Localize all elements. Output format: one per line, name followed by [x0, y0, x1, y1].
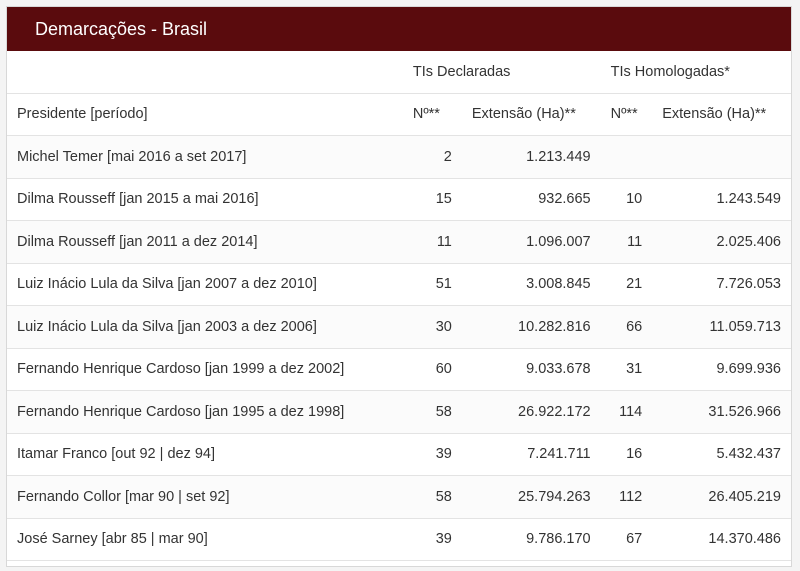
cell-homologated-count [600, 135, 653, 179]
cell-homologated-count: 112 [600, 475, 653, 519]
cell-declared-extent: 1.213.449 [461, 135, 601, 179]
cell-homologated-extent: 14.370.486 [652, 518, 791, 561]
cell-homologated-extent: 26.405.219 [652, 475, 791, 519]
cell-president: Fernando Collor [mar 90 | set 92] [7, 475, 403, 519]
cell-homologated-extent: 31.526.966 [652, 390, 791, 434]
table-row: Luiz Inácio Lula da Silva [jan 2003 a de… [7, 305, 791, 349]
cell-president: Itamar Franco [out 92 | dez 94] [7, 433, 403, 476]
cell-president: Dilma Rousseff [jan 2015 a mai 2016] [7, 178, 403, 221]
cell-homologated-count: 114 [600, 390, 653, 434]
cell-homologated-extent: 9.699.936 [652, 348, 791, 391]
demarcation-table: TIs Declaradas TIs Homologadas* Presiden… [7, 51, 791, 561]
col-president: Presidente [período] [7, 93, 403, 136]
cell-declared-count: 58 [402, 475, 462, 519]
cell-president: José Sarney [abr 85 | mar 90] [7, 518, 403, 561]
cell-declared-count: 39 [402, 518, 462, 561]
cell-homologated-count: 31 [600, 348, 653, 391]
cell-homologated-count: 66 [600, 305, 653, 349]
col-declared-extent: Extensão (Ha)** [461, 93, 601, 136]
table-row: Fernando Collor [mar 90 | set 92] 58 25.79… [7, 475, 791, 519]
cell-homologated-extent: 5.432.437 [652, 433, 791, 476]
cell-homologated-count: 21 [600, 263, 653, 306]
table-body: Michel Temer [mai 2016 a set 2017] 2 1.213… [7, 135, 791, 561]
cell-declared-count: 39 [402, 433, 462, 476]
cell-declared-extent: 10.282.816 [461, 305, 601, 349]
table-row: Michel Temer [mai 2016 a set 2017] 2 1.213… [7, 135, 791, 179]
table-row: Fernando Henrique Cardoso [jan 1995 a de… [7, 390, 791, 434]
cell-homologated-count: 16 [600, 433, 653, 476]
cell-homologated-count: 67 [600, 518, 653, 561]
col-homologated-count: Nº** [600, 93, 653, 136]
panel-header: Demarcações - Brasil [7, 7, 791, 51]
col-homologated-extent: Extensão (Ha)** [652, 93, 791, 136]
cell-homologated-extent: 7.726.053 [652, 263, 791, 306]
cell-president: Dilma Rousseff [jan 2011 a dez 2014] [7, 220, 403, 264]
cell-declared-extent: 932.665 [461, 178, 601, 221]
cell-declared-count: 2 [402, 135, 462, 179]
table-panel: Demarcações - Brasil TIs Declaradas TIs … [6, 6, 792, 567]
col-declared-count: Nº** [402, 93, 462, 136]
table-row: Dilma Rousseff [jan 2011 a dez 2014] 11 1.… [7, 220, 791, 264]
cell-declared-extent: 9.033.678 [461, 348, 601, 391]
cell-declared-count: 58 [402, 390, 462, 434]
panel-title: Demarcações - Brasil [35, 18, 208, 39]
cell-declared-extent: 1.096.007 [461, 220, 601, 264]
cell-declared-extent: 7.241.711 [461, 433, 601, 476]
cell-homologated-extent: 1.243.549 [652, 178, 791, 221]
cell-declared-count: 51 [402, 263, 462, 306]
cell-homologated-extent [652, 135, 791, 179]
table-row: José Sarney [abr 85 | mar 90] 39 9.786.170… [7, 518, 791, 561]
table-row: Fernando Henrique Cardoso [jan 1999 a de… [7, 348, 791, 391]
group-homologated: TIs Homologadas* [600, 51, 791, 94]
cell-declared-extent: 25.794.263 [461, 475, 601, 519]
group-header-row: TIs Declaradas TIs Homologadas* [7, 51, 791, 94]
cell-declared-extent: 9.786.170 [461, 518, 601, 561]
cell-president: Fernando Henrique Cardoso [jan 1995 a de… [7, 390, 403, 434]
cell-declared-count: 60 [402, 348, 462, 391]
table-row: Luiz Inácio Lula da Silva [jan 2007 a de… [7, 263, 791, 306]
table-row: Dilma Rousseff [jan 2015 a mai 2016] 15 93… [7, 178, 791, 221]
group-empty-cell [7, 51, 403, 94]
cell-president: Luiz Inácio Lula da Silva [jan 2003 a de… [7, 305, 403, 349]
cell-homologated-extent: 2.025.406 [652, 220, 791, 264]
cell-homologated-count: 10 [600, 178, 653, 221]
cell-declared-count: 11 [402, 220, 462, 264]
table-row: Itamar Franco [out 92 | dez 94] 39 7.241.7… [7, 433, 791, 476]
cell-homologated-extent: 11.059.713 [652, 305, 791, 349]
cell-declared-count: 30 [402, 305, 462, 349]
cell-homologated-count: 11 [600, 220, 653, 264]
group-declared: TIs Declaradas [402, 51, 601, 94]
cell-president: Luiz Inácio Lula da Silva [jan 2007 a de… [7, 263, 403, 306]
cell-declared-extent: 3.008.845 [461, 263, 601, 306]
cell-declared-extent: 26.922.172 [461, 390, 601, 434]
cell-president: Fernando Henrique Cardoso [jan 1999 a de… [7, 348, 403, 391]
cell-president: Michel Temer [mai 2016 a set 2017] [7, 135, 403, 179]
cell-declared-count: 15 [402, 178, 462, 221]
column-header-row: Presidente [período] Nº** Extensão (Ha)*… [7, 93, 791, 136]
